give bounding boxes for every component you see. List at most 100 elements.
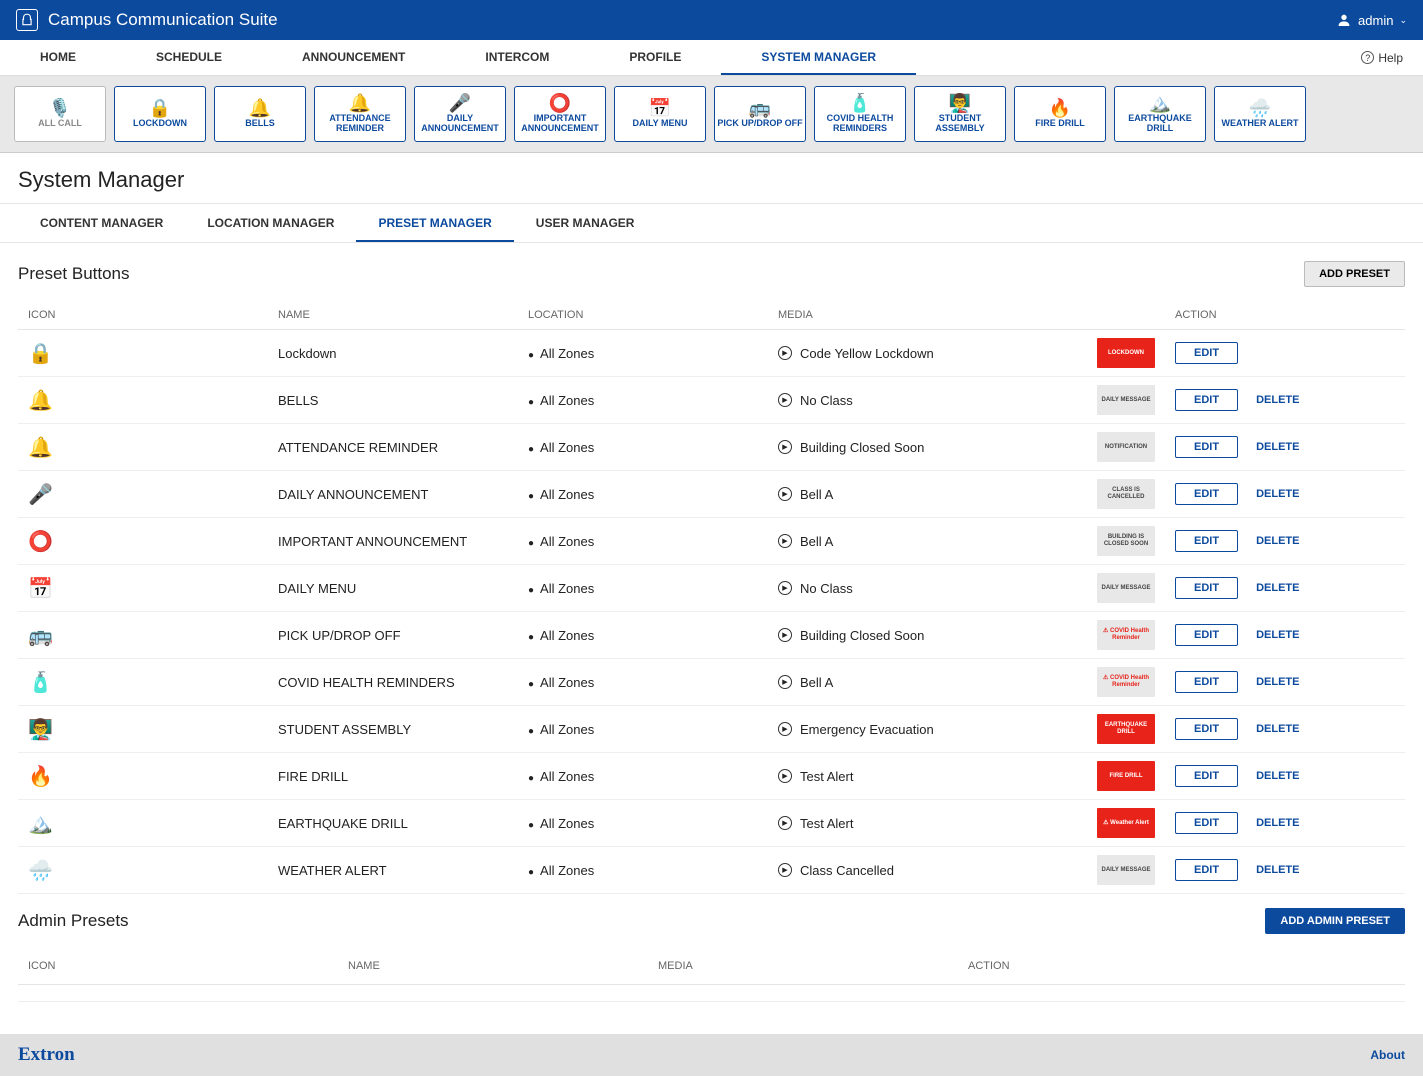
row-icon: 🧴 [18,659,268,706]
play-icon[interactable]: ▶ [778,393,792,407]
media-thumbnail: ⚠ COVID Health Reminder [1097,667,1155,697]
edit-button[interactable]: EDIT [1175,765,1238,787]
play-icon[interactable]: ▶ [778,346,792,360]
preset-icon: 🏔️ [1149,94,1171,112]
delete-link[interactable]: DELETE [1256,723,1299,735]
topnav-item-schedule[interactable]: SCHEDULE [116,40,262,75]
preset-quick-covid-health-reminders[interactable]: 🧴COVID HEALTH REMINDERS [814,86,906,142]
table-row: 🔒Lockdown●All Zones▶Code Yellow Lockdown… [18,330,1405,377]
preset-quick-attendance-reminder[interactable]: 🔔ATTENDANCE REMINDER [314,86,406,142]
row-name: COVID HEALTH REMINDERS [268,659,518,706]
topnav-item-intercom[interactable]: INTERCOM [445,40,589,75]
preset-quick-all-call[interactable]: 🎙️ALL CALL [14,86,106,142]
preset-quick-student-assembly[interactable]: 👨‍🏫STUDENT ASSEMBLY [914,86,1006,142]
preset-icon: 🔔 [249,99,271,117]
topnav-item-announcement[interactable]: ANNOUNCEMENT [262,40,445,75]
play-icon[interactable]: ▶ [778,534,792,548]
preset-label: DAILY ANNOUNCEMENT [417,114,503,134]
topnav-item-home[interactable]: HOME [0,40,116,75]
preset-icon: 🔔 [349,94,371,112]
preset-quick-daily-announcement[interactable]: 🎤DAILY ANNOUNCEMENT [414,86,506,142]
topnav-item-profile[interactable]: PROFILE [589,40,721,75]
header-left: Campus Communication Suite [16,9,278,31]
edit-button[interactable]: EDIT [1175,577,1238,599]
page-title: System Manager [0,153,1423,204]
edit-button[interactable]: EDIT [1175,671,1238,693]
delete-link[interactable]: DELETE [1256,629,1299,641]
row-location: ●All Zones [518,471,768,518]
delete-link[interactable]: DELETE [1256,394,1299,406]
admin-presets-section: Admin Presets ADD ADMIN PRESET ICONNAMEM… [0,902,1423,1010]
delete-link[interactable]: DELETE [1256,676,1299,688]
media-thumbnail: LOCKDOWN [1097,338,1155,368]
preset-label: WEATHER ALERT [1222,119,1299,129]
row-action: EDIT DELETE [1165,565,1405,612]
preset-label: ALL CALL [38,119,82,129]
row-name: DAILY MENU [268,565,518,612]
play-icon[interactable]: ▶ [778,722,792,736]
subtab-content-manager[interactable]: CONTENT MANAGER [18,204,185,242]
media-thumbnail: ⚠ Weather Alert [1097,808,1155,838]
row-media: ▶Bell ABUILDING IS CLOSED SOON [768,518,1165,565]
play-icon[interactable]: ▶ [778,863,792,877]
play-icon[interactable]: ▶ [778,440,792,454]
delete-link[interactable]: DELETE [1256,770,1299,782]
user-menu[interactable]: admin ⌄ [1336,12,1407,28]
play-icon[interactable]: ▶ [778,581,792,595]
app-title: Campus Communication Suite [48,10,278,30]
row-name: EARTHQUAKE DRILL [268,800,518,847]
preset-quick-earthquake-drill[interactable]: 🏔️EARTHQUAKE DRILL [1114,86,1206,142]
row-name: DAILY ANNOUNCEMENT [268,471,518,518]
row-location: ●All Zones [518,706,768,753]
delete-link[interactable]: DELETE [1256,582,1299,594]
play-icon[interactable]: ▶ [778,628,792,642]
subtab-preset-manager[interactable]: PRESET MANAGER [356,204,513,242]
subtab-location-manager[interactable]: LOCATION MANAGER [185,204,356,242]
row-name: Lockdown [268,330,518,377]
delete-link[interactable]: DELETE [1256,441,1299,453]
play-icon[interactable]: ▶ [778,816,792,830]
add-admin-preset-button[interactable]: ADD ADMIN PRESET [1265,908,1405,934]
edit-button[interactable]: EDIT [1175,483,1238,505]
delete-link[interactable]: DELETE [1256,488,1299,500]
preset-quick-pick-up-drop-off[interactable]: 🚌PICK UP/DROP OFF [714,86,806,142]
edit-button[interactable]: EDIT [1175,530,1238,552]
row-location: ●All Zones [518,565,768,612]
add-preset-button[interactable]: ADD PRESET [1304,261,1405,287]
edit-button[interactable]: EDIT [1175,859,1238,881]
delete-link[interactable]: DELETE [1256,864,1299,876]
play-icon[interactable]: ▶ [778,675,792,689]
edit-button[interactable]: EDIT [1175,718,1238,740]
play-icon[interactable]: ▶ [778,769,792,783]
preset-quick-fire-drill[interactable]: 🔥FIRE DRILL [1014,86,1106,142]
play-icon[interactable]: ▶ [778,487,792,501]
edit-button[interactable]: EDIT [1175,436,1238,458]
help-link[interactable]: ? Help [1361,51,1413,65]
preset-quick-lockdown[interactable]: 🔒LOCKDOWN [114,86,206,142]
media-name: Building Closed Soon [800,440,1089,455]
topnav-item-system-manager[interactable]: SYSTEM MANAGER [721,40,916,75]
app-header: Campus Communication Suite admin ⌄ [0,0,1423,40]
row-location: ●All Zones [518,330,768,377]
delete-link[interactable]: DELETE [1256,817,1299,829]
preset-quick-daily-menu[interactable]: 📅DAILY MENU [614,86,706,142]
media-thumbnail: EARTHQUAKE DRILL [1097,714,1155,744]
preset-quick-important-announcement[interactable]: ⭕IMPORTANT ANNOUNCEMENT [514,86,606,142]
subtab-user-manager[interactable]: USER MANAGER [514,204,657,242]
delete-link[interactable]: DELETE [1256,535,1299,547]
row-location: ●All Zones [518,424,768,471]
col-media: MEDIA [648,948,958,985]
col-action: ACTION [958,948,1405,985]
preset-quick-weather-alert[interactable]: 🌧️WEATHER ALERT [1214,86,1306,142]
edit-button[interactable]: EDIT [1175,342,1238,364]
edit-button[interactable]: EDIT [1175,389,1238,411]
preset-quick-bells[interactable]: 🔔BELLS [214,86,306,142]
help-label: Help [1378,51,1403,65]
row-media: ▶Building Closed Soon⚠ COVID Health Remi… [768,612,1165,659]
edit-button[interactable]: EDIT [1175,812,1238,834]
footer-about-link[interactable]: About [1370,1048,1405,1062]
edit-button[interactable]: EDIT [1175,624,1238,646]
row-icon: 🔥 [18,753,268,800]
row-action: EDIT DELETE [1165,753,1405,800]
row-action: EDIT [1165,330,1405,377]
